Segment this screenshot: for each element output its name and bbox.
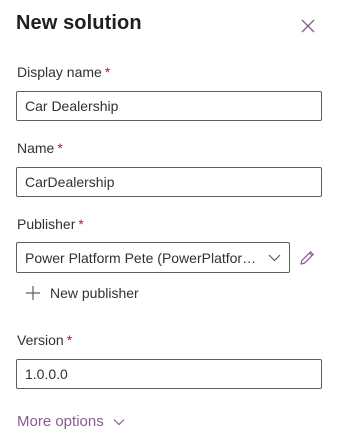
more-options-label: More options xyxy=(17,413,104,430)
required-marker: * xyxy=(78,216,84,232)
plus-icon xyxy=(24,284,42,302)
name-label: Name * xyxy=(17,140,63,156)
required-marker: * xyxy=(57,140,63,156)
panel-title: New solution xyxy=(16,12,142,34)
chevron-down-icon xyxy=(267,251,281,265)
display-name-label: Display name * xyxy=(17,64,110,80)
name-label-text: Name xyxy=(17,140,55,156)
publisher-selected-value: Power Platform Pete (PowerPlatformPete) xyxy=(25,249,267,266)
required-marker: * xyxy=(104,64,111,80)
publisher-label: Publisher * xyxy=(17,216,84,232)
pencil-icon xyxy=(300,251,314,265)
display-name-input[interactable] xyxy=(16,91,322,121)
version-label-text: Version xyxy=(17,332,64,348)
close-button[interactable] xyxy=(298,16,318,36)
display-name-label-text: Display name xyxy=(17,64,102,80)
publisher-dropdown[interactable]: Power Platform Pete (PowerPlatformPete) xyxy=(16,242,290,273)
version-input[interactable] xyxy=(16,359,322,389)
required-marker: * xyxy=(66,332,73,348)
chevron-down-icon xyxy=(112,415,126,429)
more-options-button[interactable]: More options xyxy=(17,413,126,430)
version-label: Version * xyxy=(17,332,72,348)
name-input[interactable] xyxy=(16,167,322,197)
new-publisher-label: New publisher xyxy=(50,285,139,301)
publisher-label-text: Publisher xyxy=(17,216,76,232)
close-icon xyxy=(301,19,315,33)
edit-publisher-button[interactable] xyxy=(297,248,317,268)
new-publisher-button[interactable]: New publisher xyxy=(24,284,139,302)
